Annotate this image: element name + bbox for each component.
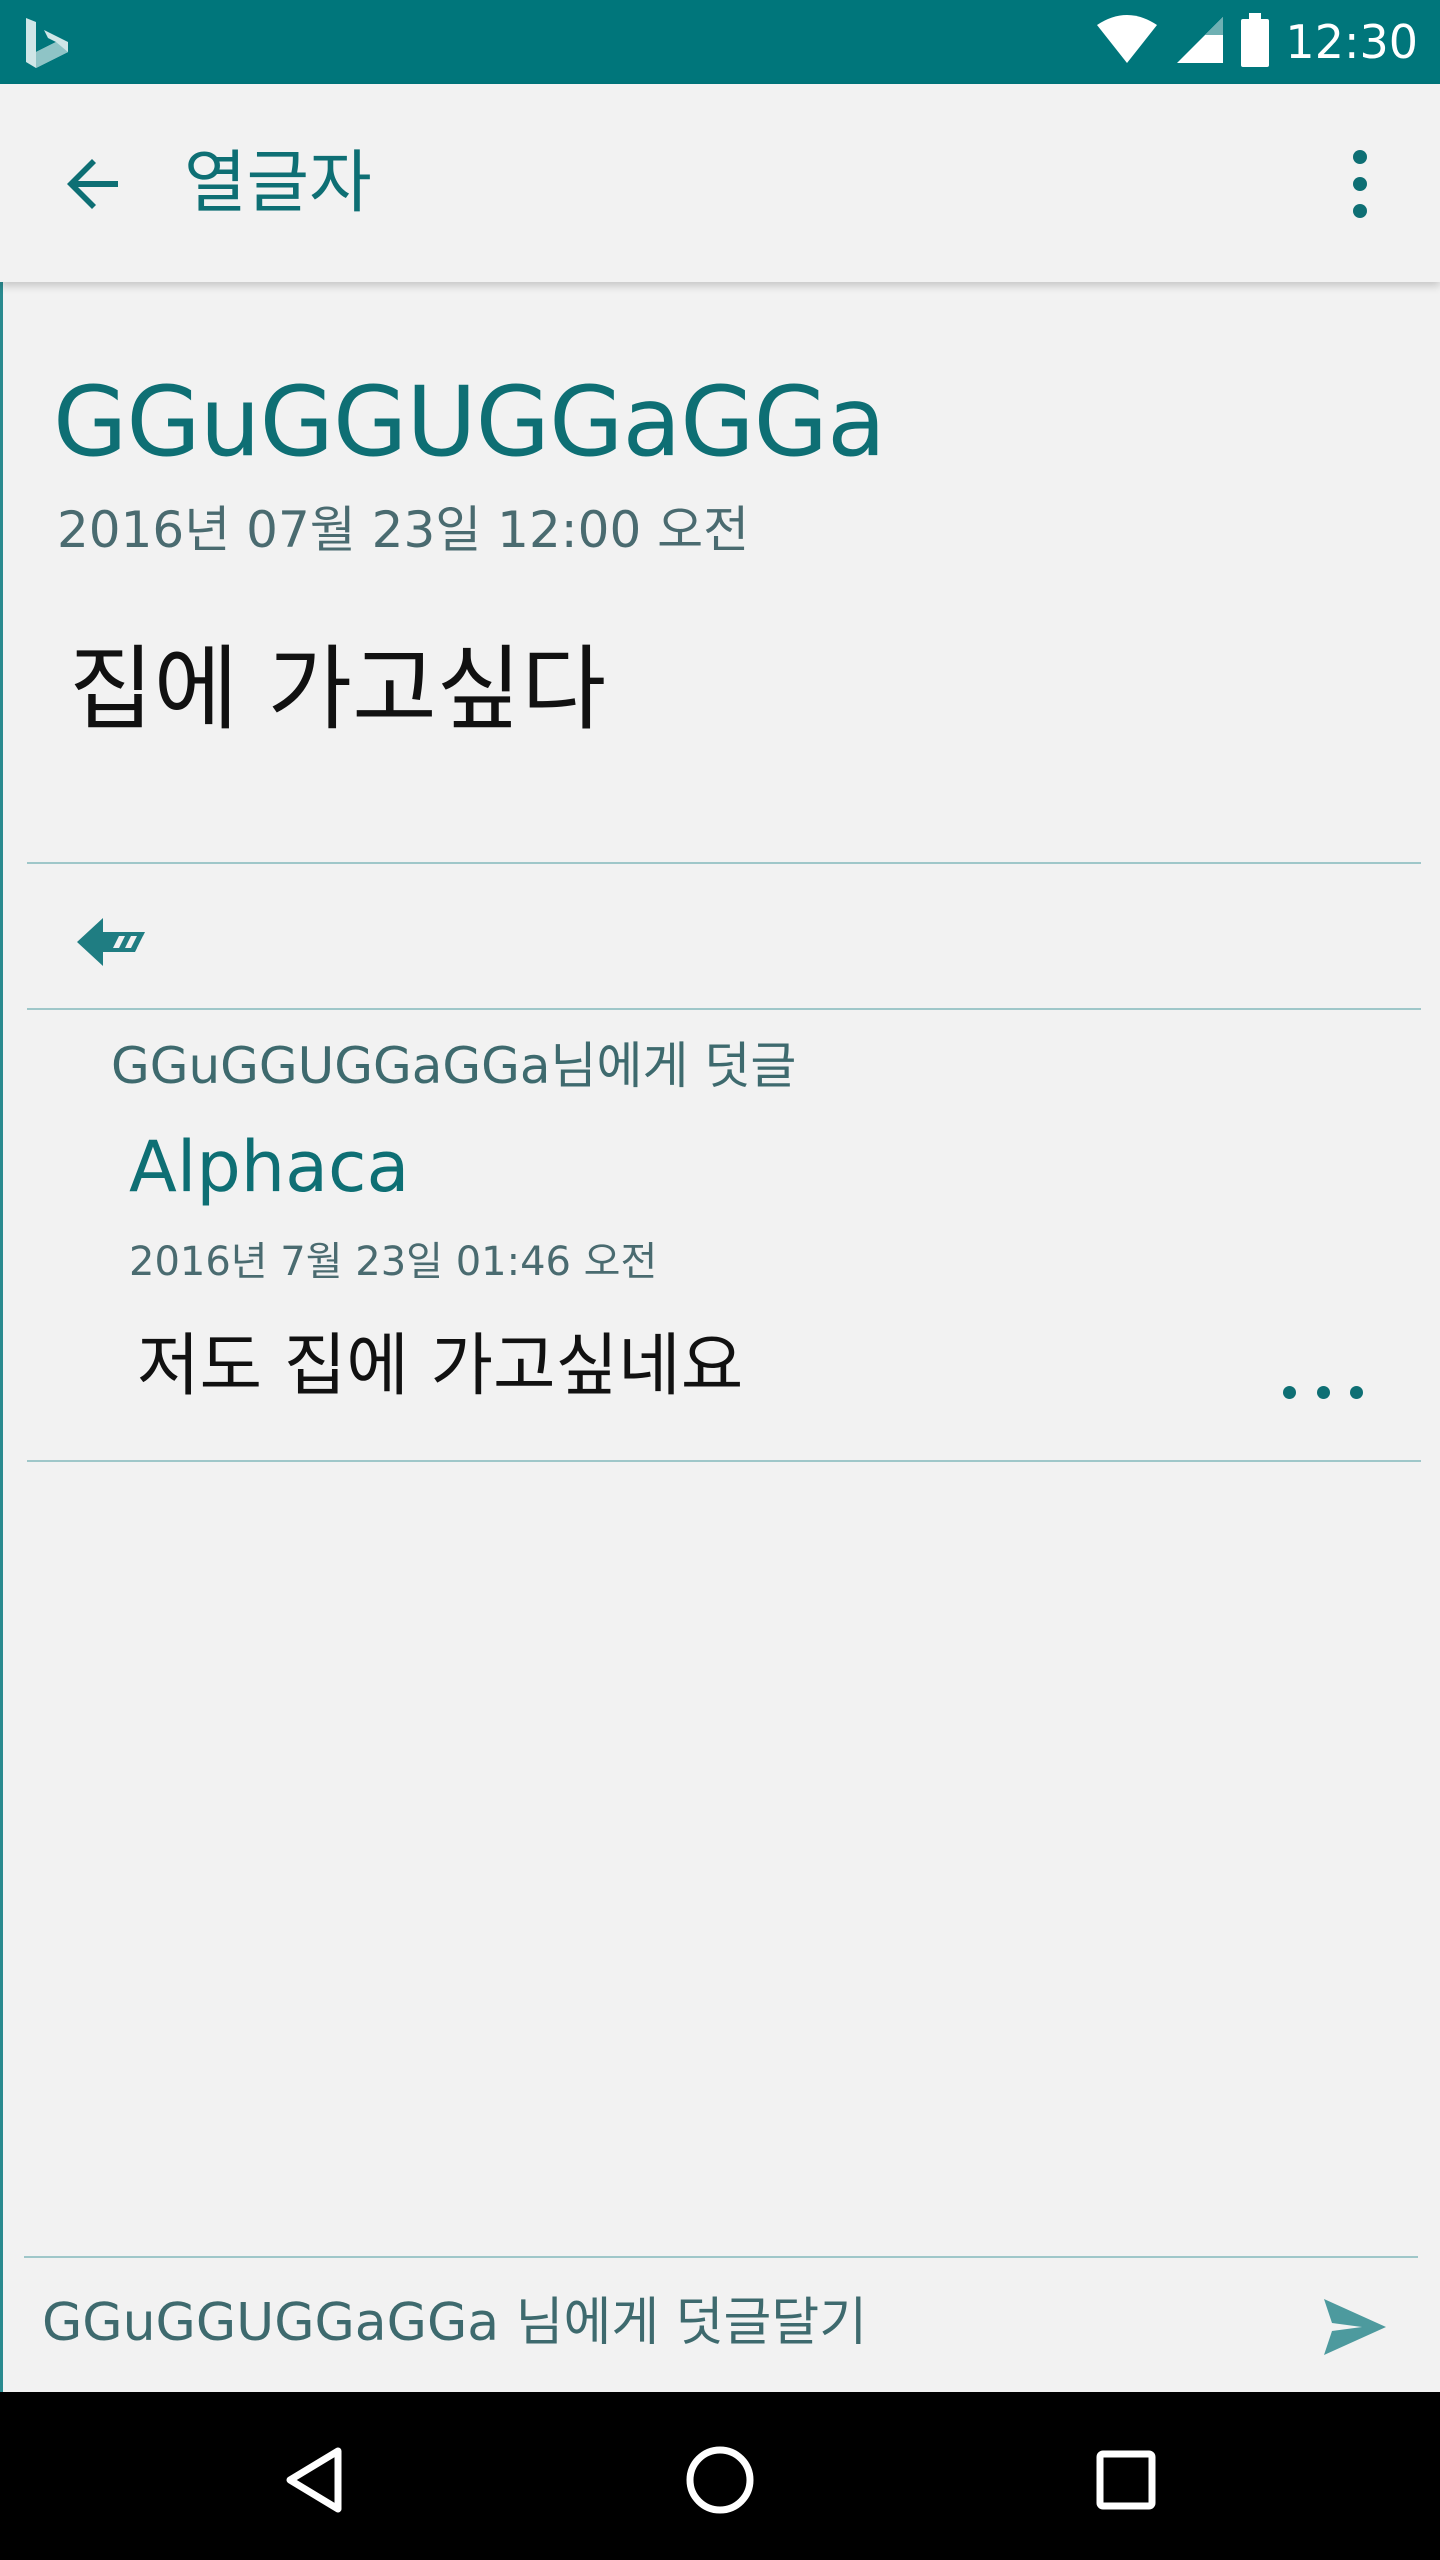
app-bar: 열글자 [0, 84, 1440, 282]
status-time: 12:30 [1285, 15, 1418, 69]
reply-button[interactable] [73, 900, 157, 984]
status-icons: 12:30 [1095, 0, 1418, 84]
cell-signal-icon [1175, 15, 1225, 69]
post-body: 집에 가고싶다 [69, 636, 607, 743]
more-horiz-icon-dot [1316, 1385, 1330, 1399]
reply-to-label: GGuGGUGGaGGa님에게 덧글 [111, 1037, 797, 1095]
more-horiz-icon-dot [1350, 1385, 1363, 1399]
more-horiz-icon-dot [1283, 1385, 1296, 1399]
divider [27, 862, 1421, 864]
wifi-icon [1095, 15, 1159, 69]
post-date: 2016년 07월 23일 12:00 오전 [57, 501, 750, 559]
divider [27, 1008, 1421, 1010]
divider [24, 2256, 1418, 2258]
overflow-menu-button[interactable] [1320, 136, 1400, 232]
more-vert-icon [1353, 150, 1367, 218]
bing-logo-icon [22, 14, 72, 70]
comment-date: 2016년 7월 23일 01:46 오전 [129, 1239, 658, 1285]
page-title: 열글자 [184, 144, 372, 223]
post-author[interactable]: GGuGGUGGaGGa [53, 362, 886, 482]
reply-arrow-icon [77, 918, 149, 966]
comment-input[interactable] [40, 2268, 1260, 2378]
nav-back-button[interactable] [264, 2430, 364, 2530]
status-bar: 12:30 [0, 0, 1440, 84]
send-button[interactable] [1310, 2282, 1400, 2372]
nav-home-icon [686, 2446, 754, 2514]
back-button[interactable] [52, 142, 136, 226]
system-nav-bar [0, 2392, 1440, 2560]
divider [27, 1460, 1421, 1462]
nav-home-button[interactable] [670, 2430, 770, 2530]
comment-author[interactable]: Alphaca [129, 1122, 409, 1212]
send-icon [1324, 2299, 1386, 2355]
battery-icon [1241, 13, 1270, 71]
nav-recents-button[interactable] [1076, 2430, 1176, 2530]
comment-more-button[interactable] [1283, 1372, 1363, 1412]
nav-recents-icon [1096, 2450, 1156, 2510]
arrow-back-icon [67, 159, 118, 209]
post-detail: GGuGGUGGaGGa 2016년 07월 23일 12:00 오전 집에 가… [0, 282, 1440, 2392]
nav-back-icon [286, 2447, 342, 2513]
comment-body: 저도 집에 가고싶네요 [137, 1327, 744, 1406]
comment-input-bar [0, 2256, 1440, 2392]
